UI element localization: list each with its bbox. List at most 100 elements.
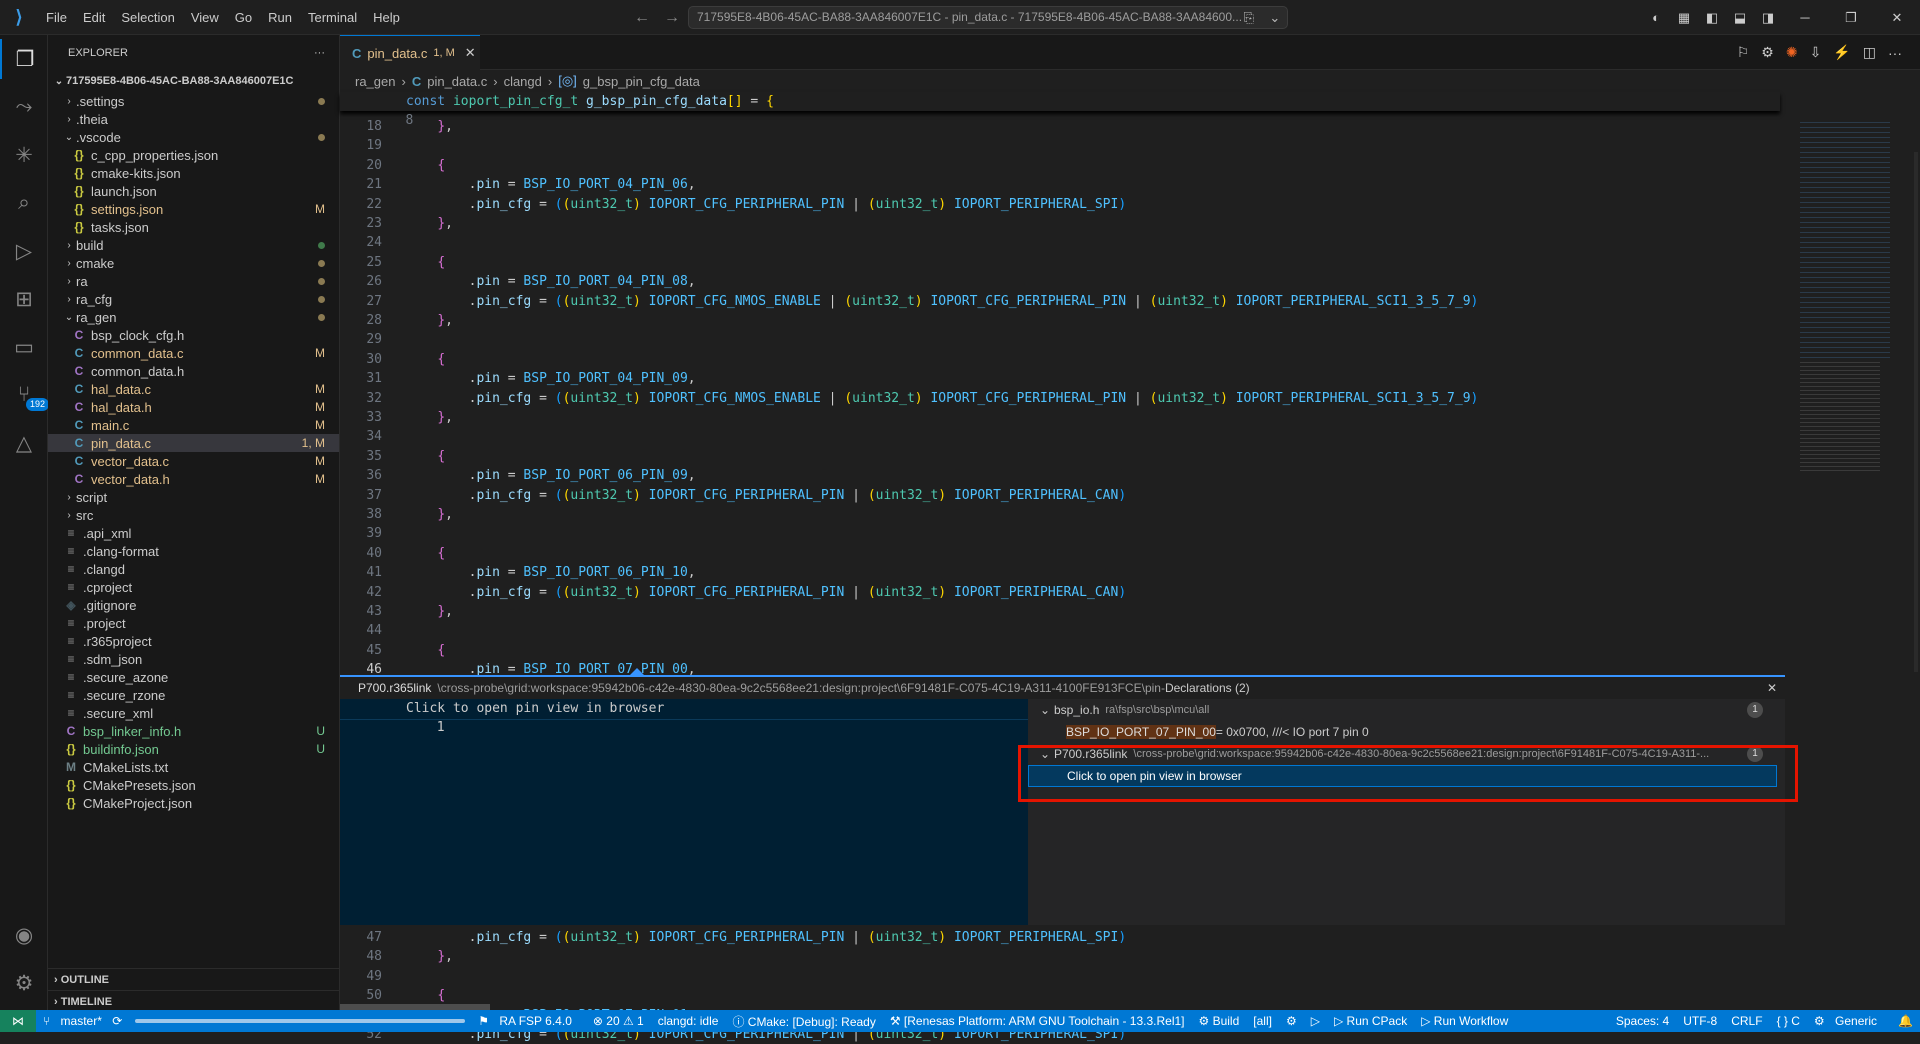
more-actions-icon[interactable]: ··· bbox=[314, 47, 325, 59]
menu-selection[interactable]: Selection bbox=[113, 0, 182, 35]
code-line[interactable]: 19 bbox=[340, 136, 1780, 155]
toggle-sidebar-icon[interactable]: ◧ bbox=[1698, 10, 1726, 26]
scrollbar-track[interactable] bbox=[1914, 152, 1918, 672]
code-line[interactable]: 31 .pin = BSP_IO_PORT_04_PIN_09, bbox=[340, 369, 1780, 388]
menu-terminal[interactable]: Terminal bbox=[300, 0, 365, 35]
tree-file[interactable]: Cvector_data.h M bbox=[48, 470, 339, 488]
tree-file[interactable]: ≡ .secure_rzone bbox=[48, 686, 339, 704]
code-line[interactable]: 48 }, bbox=[340, 947, 1780, 966]
tree-file[interactable]: {} cmake-kits.json bbox=[48, 164, 339, 182]
menu-view[interactable]: View bbox=[183, 0, 227, 35]
code-line[interactable]: 35 { bbox=[340, 447, 1780, 466]
code-line[interactable]: 24 bbox=[340, 233, 1780, 252]
breadcrumb-language-server[interactable]: clangd bbox=[504, 74, 542, 89]
code-line[interactable]: 47 .pin_cfg = ((uint32_t) IOPORT_CFG_PER… bbox=[340, 928, 1780, 947]
code-line[interactable]: 22 .pin_cfg = ((uint32_t) IOPORT_CFG_PER… bbox=[340, 195, 1780, 214]
customize-layout-icon[interactable]: ▦ bbox=[1670, 10, 1698, 26]
tree-file[interactable]: {} settings.json M bbox=[48, 200, 339, 218]
code-line[interactable]: 34 bbox=[340, 427, 1780, 446]
code-line[interactable]: 39 bbox=[340, 524, 1780, 543]
code-line[interactable]: 37 .pin_cfg = ((uint32_t) IOPORT_CFG_PER… bbox=[340, 486, 1780, 505]
code-line[interactable]: 25 { bbox=[340, 253, 1780, 272]
source-control-graph-icon[interactable]: ⤳ bbox=[0, 87, 48, 127]
chevron-down-icon[interactable]: ⌄ bbox=[1269, 10, 1280, 26]
status-problems[interactable]: ⊗ 20 ⚠ 1 bbox=[586, 1014, 651, 1028]
tab-pin-data-c[interactable]: C pin_data.c 1, M ✕ bbox=[340, 35, 480, 70]
breadcrumb-symbol[interactable]: g_bsp_pin_cfg_data bbox=[583, 74, 700, 89]
status-clangd[interactable]: clangd: idle bbox=[651, 1014, 726, 1028]
tree-file[interactable]: Chal_data.h M bbox=[48, 398, 339, 416]
status-debug-icon[interactable]: ⚙ bbox=[1279, 1014, 1304, 1028]
tree-file[interactable]: Cvector_data.c M bbox=[48, 452, 339, 470]
back-arrow-icon[interactable]: ← bbox=[634, 9, 650, 27]
git-branch[interactable]: ⑂ master* ⟳ bbox=[36, 1014, 129, 1028]
reference-entry-selected[interactable]: Click to open pin view in browser bbox=[1028, 765, 1777, 787]
more-actions-icon[interactable]: ··· bbox=[1888, 45, 1902, 61]
download-icon[interactable]: ⇩ bbox=[1810, 44, 1822, 61]
tree-file[interactable]: ≡ .r365project bbox=[48, 632, 339, 650]
tree-file[interactable]: ≡ .clangd bbox=[48, 560, 339, 578]
status-language[interactable]: { } C bbox=[1770, 1014, 1807, 1028]
menu-file[interactable]: File bbox=[38, 0, 75, 35]
code-line[interactable]: 29 bbox=[340, 330, 1780, 349]
flash-icon[interactable]: ⚡ bbox=[1833, 44, 1850, 61]
code-line[interactable]: 45 { bbox=[340, 641, 1780, 660]
tree-folder[interactable]: ⌄ .vscode bbox=[48, 128, 339, 146]
reference-group-bsp-io-h[interactable]: ⌄ bsp_io.h ra\fsp\src\bsp\mcu\all 1 bbox=[1028, 699, 1785, 721]
menu-edit[interactable]: Edit bbox=[75, 0, 113, 35]
tree-file[interactable]: ≡ .clang-format bbox=[48, 542, 339, 560]
breadcrumb-folder[interactable]: ra_gen bbox=[355, 74, 395, 89]
peek-preview-editor[interactable]: 1 Click to open pin view in browser bbox=[340, 699, 1028, 925]
reference-group-r365link[interactable]: ⌄ P700.r365link \cross-probe\grid:worksp… bbox=[1028, 743, 1785, 765]
code-line[interactable]: 21 .pin = BSP_IO_PORT_04_PIN_06, bbox=[340, 175, 1780, 194]
outline-section[interactable]: › OUTLINE bbox=[48, 968, 339, 990]
code-line[interactable]: 30 { bbox=[340, 350, 1780, 369]
status-fsp-version[interactable]: ⚑ RA FSP 6.4.0 bbox=[471, 1014, 586, 1028]
code-line[interactable]: 27 .pin_cfg = ((uint32_t) IOPORT_CFG_NMO… bbox=[340, 292, 1780, 311]
remote-indicator-icon[interactable]: ⋈ bbox=[0, 1010, 36, 1032]
code-line[interactable]: 28 }, bbox=[340, 311, 1780, 330]
tree-folder[interactable]: › build bbox=[48, 236, 339, 254]
tree-file[interactable]: ≡ .api_xml bbox=[48, 524, 339, 542]
tree-folder[interactable]: › script bbox=[48, 488, 339, 506]
tree-folder[interactable]: › src bbox=[48, 506, 339, 524]
status-generic[interactable]: ⚙ Generic bbox=[1807, 1014, 1891, 1028]
notifications-bell-icon[interactable]: 🔔 bbox=[1891, 1014, 1920, 1028]
gear-icon[interactable]: ⚙ bbox=[1761, 44, 1774, 61]
tree-file[interactable]: M CMakeLists.txt bbox=[48, 758, 339, 776]
close-button[interactable]: ✕ bbox=[1874, 10, 1920, 26]
code-line[interactable]: 49 bbox=[340, 967, 1780, 986]
code-line[interactable]: 20 { bbox=[340, 156, 1780, 175]
debug-run-icon[interactable]: ⚐ bbox=[1737, 44, 1750, 61]
search-icon[interactable]: ⌕ bbox=[0, 183, 48, 223]
status-build[interactable]: ⚙ Build bbox=[1192, 1014, 1247, 1028]
menu-run[interactable]: Run bbox=[260, 0, 300, 35]
run-debug-icon[interactable]: ▷ bbox=[0, 231, 48, 271]
tree-folder[interactable]: › ra bbox=[48, 272, 339, 290]
code-line[interactable]: 18 }, bbox=[340, 117, 1780, 136]
status-run-workflow[interactable]: ▷ Run Workflow bbox=[1414, 1014, 1515, 1028]
minimize-button[interactable]: ─ bbox=[1782, 10, 1828, 25]
tree-file[interactable]: Cpin_data.c 1, M bbox=[48, 434, 339, 452]
reference-entry[interactable]: BSP_IO_PORT_07_PIN_00 = 0x0700, ///< IO … bbox=[1028, 721, 1785, 743]
code-line[interactable]: 23 }, bbox=[340, 214, 1780, 233]
code-line[interactable]: 32 .pin_cfg = ((uint32_t) IOPORT_CFG_NMO… bbox=[340, 389, 1780, 408]
timeline-section[interactable]: › TIMELINE bbox=[48, 990, 339, 1012]
tree-folder[interactable]: › .theia bbox=[48, 110, 339, 128]
tree-file[interactable]: ≡ .sdm_json bbox=[48, 650, 339, 668]
tree-file[interactable]: {} buildinfo.json U bbox=[48, 740, 339, 758]
extensions-icon[interactable]: ⊞ bbox=[0, 279, 48, 319]
tree-folder[interactable]: › cmake bbox=[48, 254, 339, 272]
tree-file[interactable]: ◈ .gitignore bbox=[48, 596, 339, 614]
tab-close-icon[interactable]: ✕ bbox=[465, 45, 476, 61]
status-encoding[interactable]: UTF-8 bbox=[1676, 1014, 1724, 1028]
status-toolchain[interactable]: ⚒ [Renesas Platform: ARM GNU Toolchain -… bbox=[883, 1014, 1192, 1028]
account-icon[interactable]: ◉ bbox=[0, 915, 48, 955]
split-editor-icon[interactable]: ◫ bbox=[1863, 44, 1876, 61]
tree-file[interactable]: {} CMakePresets.json bbox=[48, 776, 339, 794]
tree-file[interactable]: Cmain.c M bbox=[48, 416, 339, 434]
command-center[interactable]: 717595E8-4B06-45AC-BA88-3AA846007E1C - p… bbox=[688, 6, 1288, 29]
status-eol[interactable]: CRLF bbox=[1724, 1014, 1769, 1028]
forward-arrow-icon[interactable]: → bbox=[664, 9, 680, 27]
tree-file[interactable]: {} c_cpp_properties.json bbox=[48, 146, 339, 164]
